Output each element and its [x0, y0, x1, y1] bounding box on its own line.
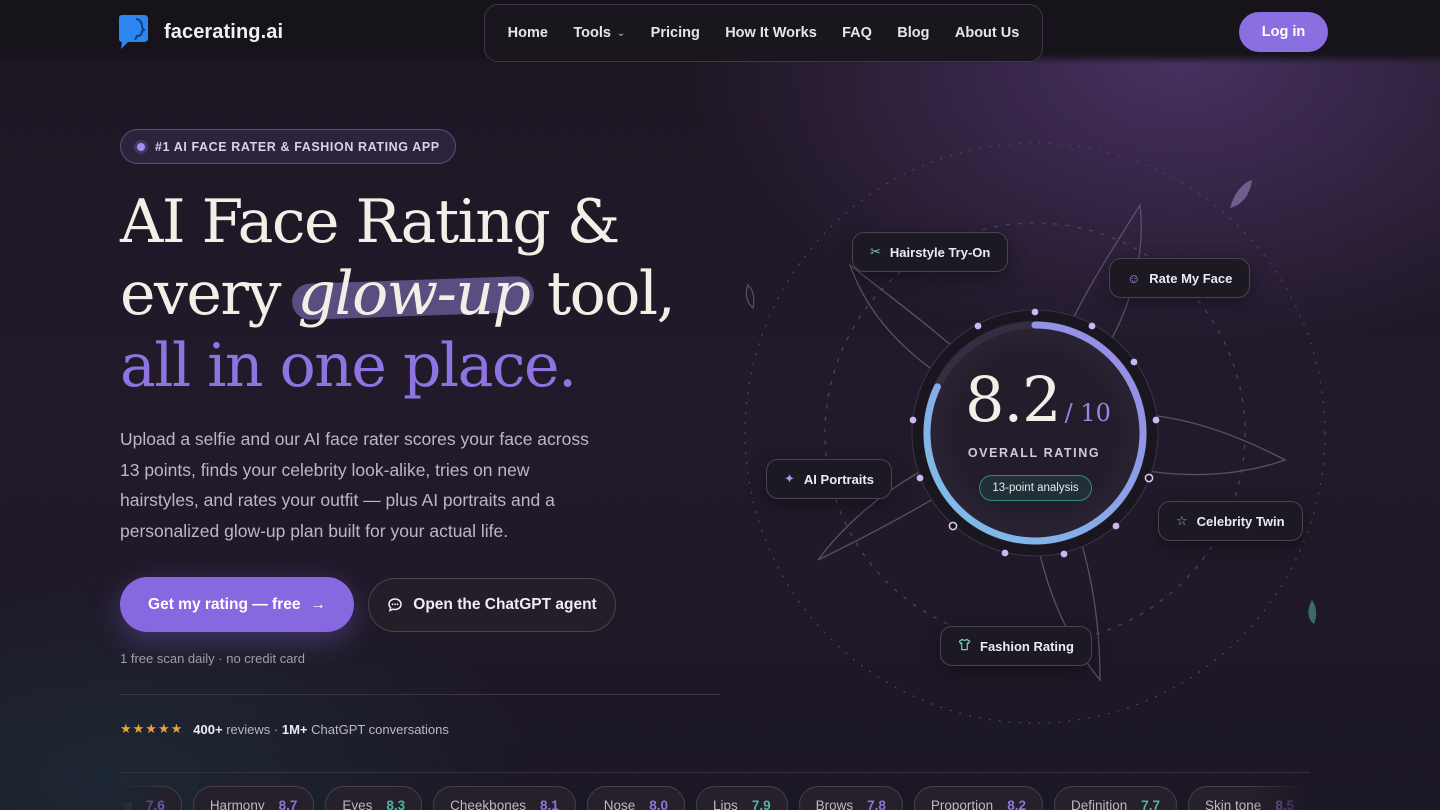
brand-logo-icon: [116, 14, 150, 50]
metric-value: 8.7: [278, 797, 298, 810]
hero-title-line2-post: tool,: [529, 259, 676, 329]
brand[interactable]: facerating.ai: [116, 14, 283, 50]
feature-fashion-rating[interactable]: Fashion Rating: [940, 626, 1092, 666]
metric-chip: Jawline 7.6: [120, 786, 182, 810]
conversations-count: 1M+: [281, 721, 308, 737]
feature-label: Rate My Face: [1149, 270, 1233, 286]
metric-chip: Brows 7.8: [798, 786, 903, 810]
metric-value: 7.7: [1141, 797, 1161, 810]
login-button[interactable]: Log in: [1239, 12, 1328, 52]
overall-rating-caption: OVERALL RATING: [967, 446, 1101, 460]
metric-label: Jawline: [120, 797, 133, 810]
main-nav: Home Tools ⌄ Pricing How It Works FAQ Bl…: [484, 4, 1043, 62]
score-value: 8.2: [965, 363, 1062, 436]
metric-value: 8.5: [1275, 797, 1295, 810]
metric-value: 8.3: [386, 797, 406, 810]
metric-label: Nose: [603, 797, 636, 810]
feature-celebrity-twin[interactable]: ☆ Celebrity Twin: [1158, 501, 1303, 541]
metric-label: Eyes: [342, 797, 373, 810]
reviews-text: 400+ reviews · 1M+ ChatGPT conversations: [193, 722, 449, 737]
nav-pricing[interactable]: Pricing: [651, 25, 700, 41]
metric-chip: Skin tone 8.5: [1188, 786, 1310, 810]
metric-label: Harmony: [209, 797, 265, 810]
chevron-down-icon: ⌄: [616, 27, 626, 39]
scissors-icon: ✂: [870, 244, 881, 259]
hero-title-line3: all in one place.: [120, 331, 577, 401]
chat-bubble-icon: [388, 598, 403, 612]
feature-label: Hairstyle Try-On: [889, 244, 991, 260]
chatgpt-agent-label: Open the ChatGPT agent: [413, 596, 597, 613]
hero-divider: [120, 694, 720, 695]
metric-label: Cheekbones: [450, 797, 526, 810]
nav-tools[interactable]: Tools ⌄: [573, 25, 625, 41]
metric-chip: Definition 7.7: [1053, 786, 1178, 810]
metric-label: Skin tone: [1205, 797, 1262, 810]
hero-title: AI Face Rating & every glow-up tool, all…: [120, 186, 760, 402]
rating-stars-icon: ★★★★★: [120, 721, 184, 736]
overall-score: 8.2 / 10: [965, 363, 1111, 436]
metric-label: Proportion: [930, 797, 994, 810]
nav-faq[interactable]: FAQ: [842, 25, 872, 41]
metric-label: Definition: [1070, 797, 1128, 810]
feature-rate-my-face[interactable]: ☺ Rate My Face: [1109, 258, 1251, 298]
metric-value: 8.2: [1007, 797, 1026, 810]
feature-hairstyle-try-on[interactable]: ✂ Hairstyle Try-On: [852, 232, 1009, 272]
score-denominator: / 10: [1064, 399, 1111, 427]
get-rating-label: Get my rating — free: [148, 595, 301, 613]
hero-title-highlight: glow-up: [297, 259, 531, 329]
hero-title-line2: every glow-up tool,: [120, 258, 760, 330]
hero-badge: #1 AI FACE RATER & FASHION RATING APP: [120, 129, 456, 164]
feature-label: Celebrity Twin: [1196, 513, 1285, 529]
analysis-tag: 13-point analysis: [979, 475, 1092, 501]
shirt-icon: [958, 638, 971, 654]
metric-chip: Proportion 8.2: [913, 786, 1043, 810]
feature-label: Fashion Rating: [980, 638, 1074, 654]
hero-badge-text: #1 AI FACE RATER & FASHION RATING APP: [155, 139, 440, 154]
hero-title-line2-pre: every: [120, 259, 298, 329]
metric-label: Brows: [815, 797, 854, 810]
metrics-track: Jawline 7.6 Harmony 8.7 Eyes 8.3 Cheekbones 8.1…: [120, 786, 1310, 810]
smile-icon: ☺: [1127, 270, 1141, 286]
feature-ai-portraits[interactable]: ✦ AI Portraits: [766, 459, 892, 499]
metric-value: 8.0: [649, 797, 669, 810]
brand-name: facerating.ai: [164, 20, 284, 43]
nav-how-it-works[interactable]: How It Works: [725, 25, 817, 41]
conversations-label: ChatGPT conversations: [311, 721, 449, 737]
feature-label: AI Portraits: [803, 471, 874, 487]
metrics-marquee: Jawline 7.6 Harmony 8.7 Eyes 8.3 Cheekbones 8.1…: [120, 786, 1310, 810]
metrics-divider: [120, 772, 1310, 773]
metric-chip: Cheekbones 8.1: [433, 786, 576, 810]
metric-value: 7.9: [751, 797, 771, 810]
chatgpt-agent-button[interactable]: Open the ChatGPT agent: [368, 578, 616, 632]
nav-blog[interactable]: Blog: [897, 25, 929, 41]
star-icon: ☆: [1176, 513, 1188, 528]
reviews-label: reviews ·: [226, 721, 279, 737]
hero-title-line1: AI Face Rating &: [120, 187, 620, 257]
metric-chip: Lips 7.9: [696, 786, 788, 810]
nav-home[interactable]: Home: [508, 25, 548, 41]
arrow-right-icon: →: [310, 595, 326, 613]
metric-chip: Eyes 8.3: [325, 786, 423, 810]
metric-value: 7.6: [146, 797, 165, 810]
metric-chip: Harmony 8.7: [192, 786, 315, 810]
sparkle-icon: ✦: [784, 471, 795, 486]
get-rating-button[interactable]: Get my rating — free →: [120, 577, 354, 632]
metric-label: Lips: [713, 797, 738, 810]
social-proof: ★★★★★ 400+ reviews · 1M+ ChatGPT convers…: [120, 721, 449, 737]
free-scan-note: 1 free scan daily · no credit card: [120, 651, 305, 666]
badge-dot-icon: [137, 142, 145, 151]
nav-tools-label: Tools: [573, 25, 611, 41]
nav-about-us[interactable]: About Us: [955, 25, 1019, 41]
hero-lead: Upload a selfie and our AI face rater sc…: [120, 429, 589, 541]
reviews-count: 400+: [193, 721, 223, 737]
metric-value: 8.1: [539, 797, 559, 810]
metric-value: 7.8: [867, 797, 886, 810]
metric-chip: Nose 8.0: [586, 786, 686, 810]
